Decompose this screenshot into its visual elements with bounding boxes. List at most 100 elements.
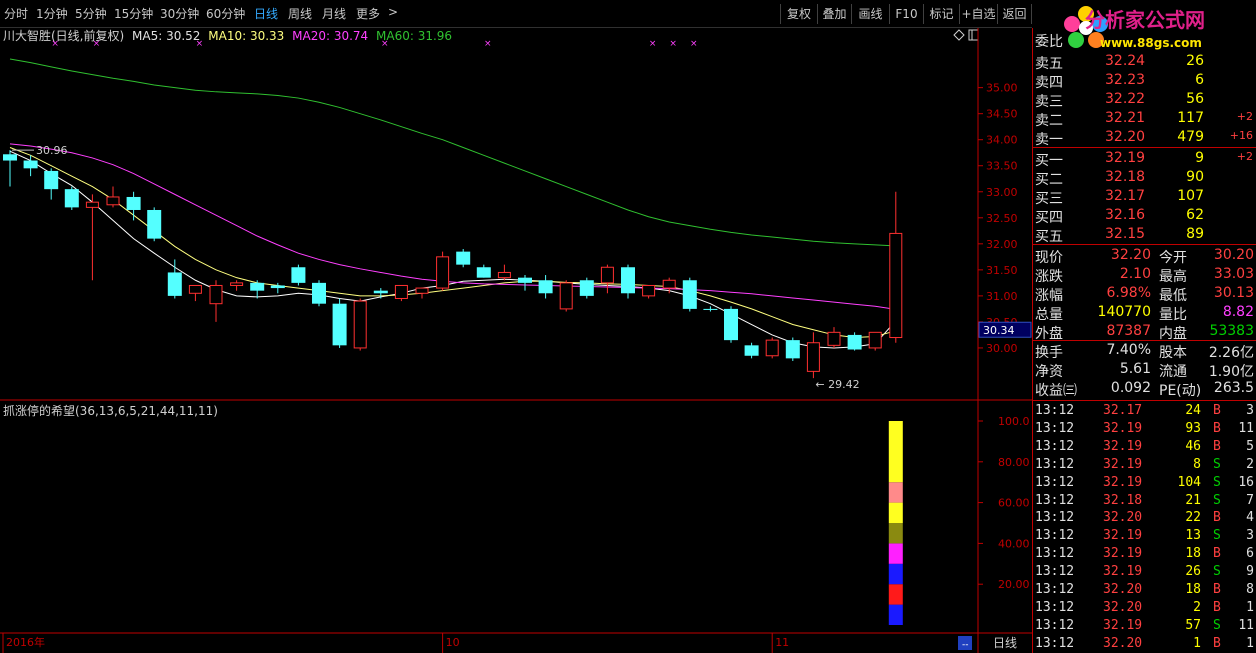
tab-monthly[interactable]: 月线	[322, 5, 346, 22]
trade-tick-row: 13:12 32.19 57 S 11	[1033, 617, 1256, 635]
trade-tick-row: 13:12 32.19 93 B 11	[1033, 420, 1256, 438]
mark-button[interactable]: 标记	[924, 4, 960, 24]
time-axis-label: 11	[775, 636, 789, 649]
tab-60min[interactable]: 60分钟	[206, 5, 245, 22]
candle	[436, 251, 450, 291]
f10-button[interactable]: F10	[890, 4, 924, 24]
tab-15min[interactable]: 15分钟	[114, 5, 153, 22]
candle	[621, 264, 635, 299]
tick-count: 2	[1246, 456, 1254, 472]
add-watchlist-button[interactable]: +自选	[960, 4, 998, 24]
stat-value: 32.20	[1110, 247, 1151, 263]
candle	[847, 332, 862, 351]
stat-value: 6.98%	[1106, 285, 1151, 301]
stat-value: 5.61	[1119, 361, 1151, 377]
tick-side: B	[1213, 599, 1221, 615]
ask-price: 32.22	[1105, 91, 1146, 107]
candle	[785, 337, 800, 361]
candle-body	[662, 279, 676, 289]
signal-marker: ×	[51, 39, 59, 49]
bid-price: 32.16	[1105, 207, 1146, 223]
tab-intraday[interactable]: 分时	[4, 5, 28, 22]
candle-body	[167, 272, 182, 296]
stat-value: 2.10	[1119, 266, 1151, 282]
back-button[interactable]: 返回	[998, 4, 1032, 24]
tick-volume: 13	[1185, 528, 1201, 544]
chevron-right-icon[interactable]: >	[388, 5, 398, 19]
trade-tick-row: 13:12 32.19 26 S 9	[1033, 563, 1256, 581]
stat-label: 换手	[1035, 345, 1063, 361]
tick-time: 13:12	[1035, 510, 1075, 526]
tab-weekly[interactable]: 周线	[288, 5, 312, 22]
tab-5min[interactable]: 5分钟	[75, 5, 107, 22]
tick-time: 13:12	[1035, 492, 1075, 508]
overlay-button[interactable]: 叠加	[818, 4, 852, 24]
candle	[353, 298, 367, 351]
ma-line-ma20	[9, 143, 896, 310]
candle-body	[579, 280, 594, 296]
kline-chart[interactable]: 35.00 34.50 34.00 33.50 33.00 32.50 32.00 31.50…	[0, 28, 1032, 653]
ask-row: 卖四 32.23 6	[1033, 71, 1256, 91]
candle-body	[642, 284, 656, 297]
indicator-bar-segment	[888, 543, 903, 564]
ask-price: 32.23	[1105, 72, 1146, 88]
tick-volume: 93	[1185, 420, 1201, 436]
candle	[456, 249, 471, 268]
ask-change: +16	[1229, 129, 1253, 142]
bid-volume: 9	[1195, 150, 1204, 166]
candle-body	[847, 334, 862, 350]
tick-side: S	[1213, 617, 1221, 633]
indicator-tick-label: 60.00	[998, 497, 1030, 510]
tab-1min[interactable]: 1分钟	[36, 5, 68, 22]
candle-body	[806, 342, 820, 372]
indicator-title: 抓涨停的希望(36,13,6,5,21,44,11,11)	[3, 404, 218, 418]
indicator-bar-segment	[888, 421, 903, 483]
tick-price: 32.19	[1103, 456, 1143, 472]
indicator-bar-segment	[888, 584, 903, 605]
candle-body	[889, 232, 903, 339]
tick-count: 6	[1246, 546, 1254, 562]
candle	[230, 280, 244, 291]
candle	[682, 277, 697, 312]
candle-body	[868, 331, 882, 349]
tab-more[interactable]: 更多	[356, 5, 380, 22]
tick-price: 32.19	[1103, 564, 1143, 580]
candle-body	[188, 284, 202, 294]
divider	[1033, 147, 1256, 148]
candle	[332, 298, 347, 348]
bid-row: 买一 32.19 9 +2	[1033, 149, 1256, 169]
tab-30min[interactable]: 30分钟	[160, 5, 199, 22]
stat-value: 8.82	[1222, 304, 1254, 320]
indicator-tick-label: 80.00	[998, 456, 1030, 469]
stat-row: 净资 5.61 流通 1.90亿	[1033, 360, 1256, 380]
restore-rights-button[interactable]: 复权	[780, 4, 818, 24]
candle	[703, 306, 718, 312]
candle-body	[106, 196, 120, 206]
bid-volume: 107	[1177, 188, 1204, 204]
ask-row: 卖一 32.20 479 +16	[1033, 128, 1256, 148]
tick-time: 13:12	[1035, 420, 1075, 436]
tick-time: 13:12	[1035, 564, 1075, 580]
candle-body	[332, 303, 347, 346]
bid-label: 买五	[1035, 229, 1063, 245]
tick-side: B	[1213, 438, 1221, 454]
candle-body	[3, 154, 17, 161]
price-tick-label: 31.50	[986, 264, 1018, 277]
candle	[373, 288, 388, 299]
tick-time: 13:12	[1035, 438, 1075, 454]
signal-marker: ×	[381, 39, 389, 49]
bid-price: 32.18	[1105, 169, 1146, 185]
tab-daily[interactable]: 日线	[254, 5, 278, 22]
tick-count: 1	[1246, 635, 1254, 651]
trade-tick-row: 13:12 32.20 18 B 8	[1033, 581, 1256, 599]
tick-count: 7	[1246, 492, 1254, 508]
draw-line-button[interactable]: 画线	[852, 4, 890, 24]
stat-value: 30.13	[1213, 285, 1254, 301]
stat-value: 263.5	[1213, 380, 1254, 396]
candle	[85, 194, 99, 281]
stat-value: 87387	[1106, 323, 1151, 339]
candle	[476, 264, 491, 278]
trade-tick-row: 13:12 32.20 22 B 4	[1033, 509, 1256, 527]
ask-volume: 56	[1186, 91, 1204, 107]
stat-row: 涨跌 2.10 最高 33.03	[1033, 265, 1256, 285]
